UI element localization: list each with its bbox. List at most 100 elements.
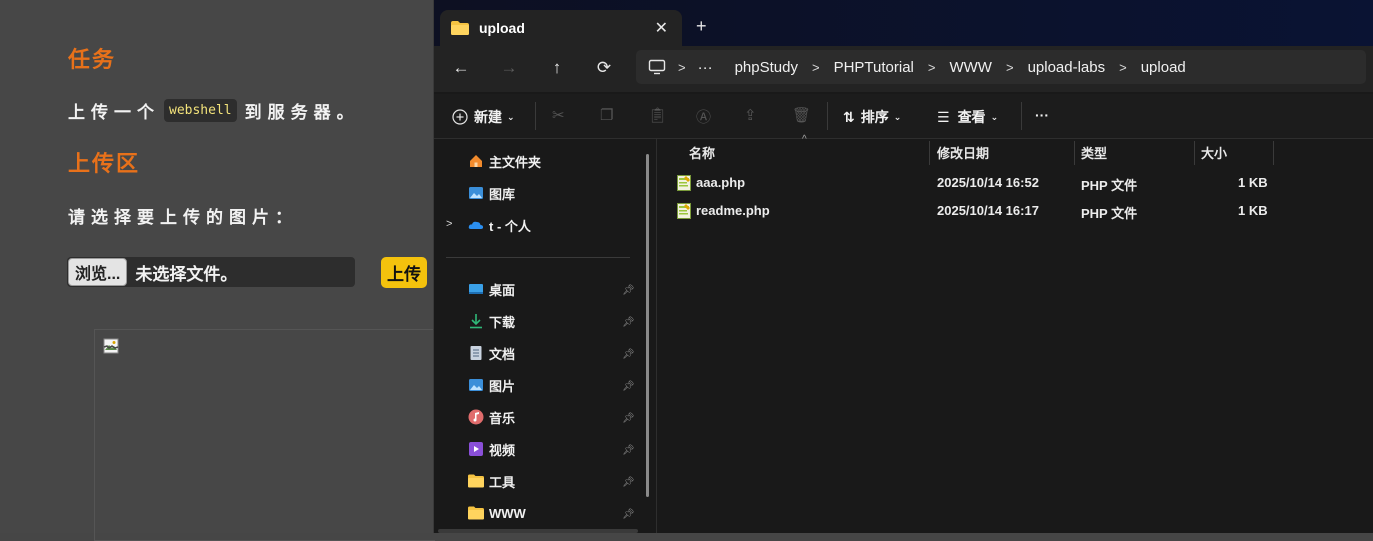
nav-www-label: WWW bbox=[489, 505, 526, 521]
column-divider[interactable] bbox=[1273, 141, 1274, 165]
pin-icon[interactable]: 📌︎ bbox=[622, 317, 635, 328]
expand-chevron-icon[interactable]: > bbox=[446, 218, 452, 230]
nav-desktop-label: 桌面 bbox=[489, 282, 516, 298]
breadcrumb-upload-labs[interactable]: upload-labs bbox=[1028, 59, 1106, 76]
view-button[interactable]: ☰ 查看 ⌄ bbox=[937, 107, 998, 127]
nav-home[interactable]: 主文件夹 bbox=[468, 149, 541, 173]
browse-button[interactable]: 浏览... bbox=[68, 258, 128, 286]
nav-downloads[interactable]: 下载 bbox=[468, 309, 515, 333]
file-input[interactable]: 浏览... 未选择文件。 bbox=[67, 257, 355, 287]
choose-file-label: 请选择要上传的图片： bbox=[68, 208, 298, 227]
column-name[interactable]: 名称 bbox=[689, 143, 715, 162]
column-size[interactable]: 大小 bbox=[1201, 143, 1227, 162]
nav-gallery-label: 图库 bbox=[489, 186, 516, 202]
copy-icon[interactable]: ❐ bbox=[600, 106, 613, 124]
nav-videos-label: 视频 bbox=[489, 442, 516, 458]
pane-divider[interactable] bbox=[656, 139, 657, 533]
image-preview-area bbox=[94, 329, 435, 541]
chevron-down-icon: ⌄ bbox=[990, 111, 999, 122]
upload-lab-page: 任务 上传一个 webshell 到服务器。 上传区 请选择要上传的图片： 浏览… bbox=[0, 0, 440, 541]
pin-icon[interactable]: 📌︎ bbox=[622, 445, 635, 456]
toolbar-divider bbox=[827, 102, 828, 130]
pin-icon[interactable]: 📌︎ bbox=[622, 413, 635, 424]
file-modified: 2025/10/14 16:17 bbox=[937, 203, 1039, 218]
nav-www[interactable]: WWW bbox=[468, 501, 526, 525]
nav-music-label: 音乐 bbox=[489, 410, 516, 426]
sort-icon: ⇅ bbox=[843, 108, 855, 125]
this-pc-icon bbox=[648, 59, 666, 75]
file-explorer-window: upload ✕ + ← → ↑ ⟳ > ··· phpStudy > PHPT… bbox=[433, 0, 1373, 533]
nav-pictures-label: 图片 bbox=[489, 378, 516, 394]
breadcrumb-www[interactable]: WWW bbox=[949, 59, 991, 76]
up-arrow-icon[interactable]: ↑ bbox=[547, 58, 567, 78]
file-size: 1 KB bbox=[1238, 175, 1268, 190]
breadcrumb-phptutorial[interactable]: PHPTutorial bbox=[834, 59, 914, 76]
delete-icon[interactable]: 🗑︎ bbox=[792, 106, 811, 124]
breadcrumb-upload[interactable]: upload bbox=[1141, 59, 1186, 76]
file-type: PHP 文件 bbox=[1081, 206, 1138, 221]
sort-label: 排序 bbox=[860, 109, 889, 125]
more-options-button[interactable]: ··· bbox=[1035, 107, 1049, 123]
chevron-right-icon: > bbox=[811, 59, 820, 75]
file-name: aaa.php bbox=[696, 175, 746, 190]
task-heading: 任务 bbox=[68, 47, 117, 72]
cut-icon[interactable]: ✂ bbox=[552, 106, 565, 124]
download-icon bbox=[468, 313, 484, 329]
upload-button[interactable]: 上传 bbox=[381, 257, 427, 288]
breadcrumb-more[interactable]: ··· bbox=[698, 59, 713, 76]
column-divider[interactable] bbox=[929, 141, 930, 165]
close-tab-icon[interactable]: ✕ bbox=[655, 18, 668, 38]
nav-onedrive[interactable]: t - 个人 bbox=[468, 213, 531, 237]
nav-tools[interactable]: 工具 bbox=[468, 469, 515, 493]
rename-icon[interactable]: Ⓐ bbox=[696, 106, 711, 127]
new-label: 新建 bbox=[474, 109, 502, 125]
new-tab-button[interactable]: + bbox=[696, 16, 707, 37]
file-row[interactable]: readme.php 2025/10/14 16:17 PHP 文件 1 KB bbox=[674, 199, 1274, 225]
nav-divider bbox=[446, 257, 630, 258]
desktop-icon bbox=[468, 281, 484, 297]
file-modified: 2025/10/14 16:52 bbox=[937, 175, 1039, 190]
paste-icon[interactable]: 📋︎ bbox=[648, 106, 667, 124]
nav-desktop[interactable]: 桌面 bbox=[468, 277, 515, 301]
file-size: 1 KB bbox=[1238, 203, 1268, 218]
tab-upload[interactable]: upload ✕ bbox=[440, 10, 682, 46]
nav-music[interactable]: 音乐 bbox=[468, 405, 515, 429]
address-bar[interactable]: > ··· phpStudy > PHPTutorial > WWW > upl… bbox=[636, 50, 1366, 84]
video-icon bbox=[468, 441, 484, 457]
nav-horizontal-scrollbar[interactable] bbox=[438, 529, 638, 533]
column-modified[interactable]: 修改日期 bbox=[937, 143, 989, 162]
nav-pictures[interactable]: 图片 bbox=[468, 373, 515, 397]
share-icon[interactable]: ⇪ bbox=[744, 106, 757, 124]
column-type[interactable]: 类型 bbox=[1081, 143, 1107, 162]
new-button[interactable]: 新建 ⌄ bbox=[452, 107, 515, 127]
refresh-icon[interactable]: ⟳ bbox=[594, 58, 614, 78]
nav-downloads-label: 下载 bbox=[489, 314, 516, 330]
file-type: PHP 文件 bbox=[1081, 178, 1138, 193]
pin-icon[interactable]: 📌︎ bbox=[622, 381, 635, 392]
pin-icon[interactable]: 📌︎ bbox=[622, 285, 635, 296]
pin-icon[interactable]: 📌︎ bbox=[622, 349, 635, 360]
toolbar-divider bbox=[535, 102, 536, 130]
title-bar: upload ✕ + bbox=[434, 0, 1373, 46]
php-file-icon bbox=[677, 175, 691, 191]
breadcrumb-phpstudy[interactable]: phpStudy bbox=[735, 59, 798, 76]
column-divider[interactable] bbox=[1074, 141, 1075, 165]
task-suffix: 到服务器。 bbox=[244, 103, 360, 122]
document-icon bbox=[468, 345, 484, 361]
pin-icon[interactable]: 📌︎ bbox=[622, 509, 635, 520]
view-icon: ☰ bbox=[937, 108, 950, 125]
forward-arrow-icon[interactable]: → bbox=[499, 58, 519, 78]
nav-scrollbar[interactable] bbox=[646, 154, 649, 497]
sort-button[interactable]: ⇅ 排序 ⌄ bbox=[843, 107, 901, 127]
nav-onedrive-label: t - 个人 bbox=[489, 218, 531, 234]
back-arrow-icon[interactable]: ← bbox=[451, 58, 471, 78]
pin-icon[interactable]: 📌︎ bbox=[622, 477, 635, 488]
tab-title: upload bbox=[479, 20, 525, 36]
nav-documents-label: 文档 bbox=[489, 346, 516, 362]
upload-heading: 上传区 bbox=[68, 151, 141, 176]
nav-documents[interactable]: 文档 bbox=[468, 341, 515, 365]
file-row[interactable]: aaa.php 2025/10/14 16:52 PHP 文件 1 KB bbox=[674, 171, 1274, 197]
nav-videos[interactable]: 视频 bbox=[468, 437, 515, 461]
nav-gallery[interactable]: 图库 bbox=[468, 181, 515, 205]
column-divider[interactable] bbox=[1194, 141, 1195, 165]
